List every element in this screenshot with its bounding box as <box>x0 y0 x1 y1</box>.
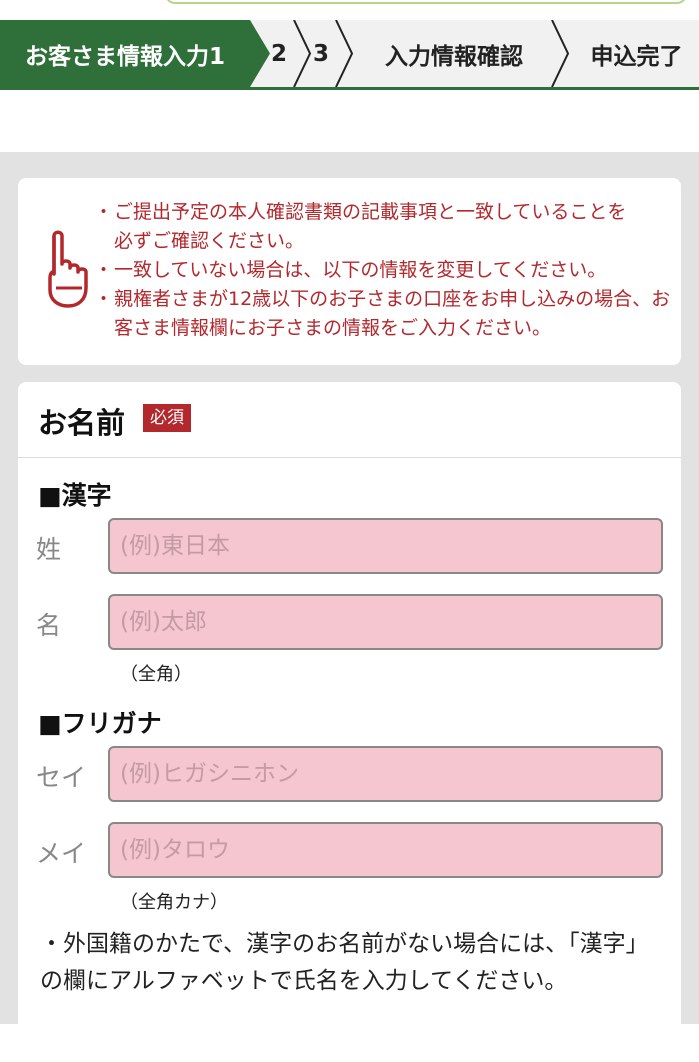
sei-kana-label: セイ <box>36 763 87 792</box>
form-header: お名前 必須 <box>18 382 681 458</box>
progress-steps: お客さま情報入力1 2 3 入力情報確認 申込完了 <box>0 20 699 90</box>
kanji-hint: （全角） <box>120 664 192 685</box>
name-form-card: お名前 必須 ■漢字 姓 名 （全角） ■フリガナ セイ メイ （全角カナ） ・… <box>18 382 681 1062</box>
kana-sei-input[interactable] <box>108 746 663 802</box>
furigana-hint: （全角カナ） <box>120 892 228 913</box>
step-2: 2 <box>266 20 292 87</box>
notice-list: ご提出予定の本人確認書類の記載事項と一致していることを必ずご確認ください。 一致… <box>94 198 674 343</box>
required-badge: 必須 <box>143 404 191 432</box>
top-decoration <box>165 0 687 4</box>
step-1: お客さま情報入力1 <box>0 20 250 87</box>
mei-label: 名 <box>36 611 62 640</box>
kanji-heading: ■漢字 <box>38 481 112 510</box>
step-chevron-icon <box>550 20 570 87</box>
step-complete: 申込完了 <box>574 20 699 87</box>
furigana-heading: ■フリガナ <box>38 709 162 738</box>
step-2-label: 2 <box>270 40 287 67</box>
kanji-mei-input[interactable] <box>108 594 663 650</box>
spacer <box>0 90 699 152</box>
step-chevron-icon <box>334 20 354 87</box>
kana-mei-input[interactable] <box>108 822 663 878</box>
notice-item: 親権者さまが12歳以下のお子さまの口座をお申し込みの場合、お客さま情報欄にお子さ… <box>94 285 674 343</box>
step-3-label: 3 <box>312 40 329 67</box>
step-confirm: 入力情報確認 <box>354 20 554 87</box>
section-title: お名前 <box>38 406 126 440</box>
mei-kana-label: メイ <box>36 839 87 868</box>
notice-item: 一致していない場合は、以下の情報を変更してください。 <box>94 256 674 285</box>
main-content: ご提出予定の本人確認書類の記載事項と一致していることを必ずご確認ください。 一致… <box>0 152 699 1062</box>
top-strip <box>0 0 699 20</box>
notice-item: ご提出予定の本人確認書類の記載事項と一致していることを必ずご確認ください。 <box>94 198 634 256</box>
step-complete-label: 申込完了 <box>590 43 683 70</box>
step-confirm-label: 入力情報確認 <box>385 43 523 70</box>
notice-box: ご提出予定の本人確認書類の記載事項と一致していることを必ずご確認ください。 一致… <box>18 178 681 365</box>
pointing-hand-icon <box>42 230 98 310</box>
step-3: 3 <box>308 20 334 87</box>
kanji-sei-input[interactable] <box>108 518 663 574</box>
sei-label: 姓 <box>36 535 62 564</box>
foreign-name-note: ・外国籍のかたで、漢字のお名前がない場合には、「漢字」の欄にアルファベットで氏名… <box>40 931 649 994</box>
step-1-label: お客さま情報入力1 <box>24 43 225 70</box>
